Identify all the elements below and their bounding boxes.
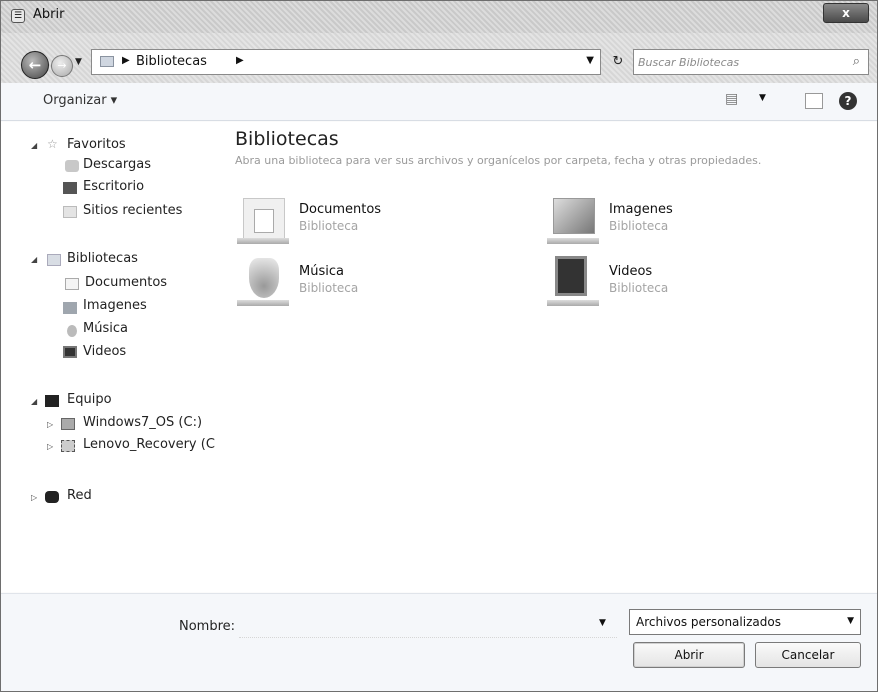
pictures-icon xyxy=(63,302,77,314)
sidebar-item-musica[interactable]: Música xyxy=(83,321,128,336)
videos-library-icon xyxy=(545,256,601,308)
collapse-arrow-icon[interactable]: ▷ xyxy=(47,420,53,429)
sidebar-item-equipo[interactable]: Equipo xyxy=(67,392,112,407)
open-dialog: ☰ Abrir x ← → ▼ ▶ Bibliotecas ▶ ▼ ↻ ⌕ Or… xyxy=(0,0,878,692)
sidebar-item-videos[interactable]: Videos xyxy=(83,344,126,359)
toolbar: Organizar ▾ ▤ ▼ ? xyxy=(1,83,877,121)
navigation-pane: ◢ ☆ Favoritos Descargas Escritorio Sitio… xyxy=(1,122,223,592)
documents-library-icon xyxy=(235,194,291,246)
library-name: Música xyxy=(299,264,344,279)
library-tile-videos[interactable]: Videos Biblioteca xyxy=(545,256,825,312)
sidebar-item-escritorio[interactable]: Escritorio xyxy=(83,179,144,194)
computer-icon xyxy=(45,395,59,407)
page-title: Bibliotecas xyxy=(235,128,339,150)
library-type: Biblioteca xyxy=(299,219,359,233)
file-list-pane: Bibliotecas Abra una biblioteca para ver… xyxy=(223,122,877,592)
window-title: Abrir xyxy=(33,7,65,22)
library-tile-musica[interactable]: Música Biblioteca xyxy=(235,256,515,312)
expand-arrow-icon[interactable]: ◢ xyxy=(31,141,37,150)
change-view-icon[interactable]: ▤ xyxy=(725,91,738,107)
music-icon xyxy=(67,325,77,337)
network-icon xyxy=(45,491,59,503)
search-input[interactable] xyxy=(638,53,838,71)
drive-icon xyxy=(61,418,75,430)
sidebar-item-red[interactable]: Red xyxy=(67,488,92,503)
search-icon[interactable]: ⌕ xyxy=(853,54,860,69)
music-library-icon xyxy=(235,256,291,308)
view-options-chevron-icon[interactable]: ▼ xyxy=(759,93,766,103)
page-subtitle: Abra una biblioteca para ver sus archivo… xyxy=(235,154,762,167)
organize-button[interactable]: Organizar ▾ xyxy=(43,93,117,108)
breadcrumb-arrow-icon[interactable]: ▶ xyxy=(236,55,244,66)
sidebar-item-descargas[interactable]: Descargas xyxy=(83,157,151,172)
history-chevron-icon[interactable]: ▼ xyxy=(75,57,82,67)
file-name-label: Nombre: xyxy=(179,619,236,634)
title-bar: ☰ Abrir x xyxy=(1,1,877,33)
close-button[interactable]: x xyxy=(823,3,869,23)
preview-pane-icon[interactable] xyxy=(805,93,823,109)
library-tile-imagenes[interactable]: Imagenes Biblioteca xyxy=(545,194,825,250)
desktop-icon xyxy=(63,182,77,194)
open-button[interactable]: Abrir xyxy=(633,642,745,668)
breadcrumb-arrow-icon[interactable]: ▶ xyxy=(122,55,130,66)
breadcrumb-bibliotecas[interactable]: Bibliotecas xyxy=(136,54,207,69)
expand-arrow-icon[interactable]: ◢ xyxy=(31,255,37,264)
help-icon[interactable]: ? xyxy=(839,92,857,110)
videos-icon xyxy=(63,346,77,358)
library-name: Videos xyxy=(609,264,653,279)
library-type: Biblioteca xyxy=(299,281,359,295)
library-name: Documentos xyxy=(299,202,382,217)
file-name-input[interactable] xyxy=(239,612,617,638)
usb-drive-icon xyxy=(61,440,75,452)
file-type-select[interactable]: Archivos personalizados ▼ xyxy=(629,609,861,635)
expand-arrow-icon[interactable]: ◢ xyxy=(31,397,37,406)
sidebar-item-recovery-drive[interactable]: Lenovo_Recovery (C xyxy=(83,437,215,452)
forward-arrow-icon[interactable]: → xyxy=(51,55,73,77)
library-type: Biblioteca xyxy=(609,281,669,295)
file-name-panel: Nombre: ▼ Archivos personalizados ▼ Abri… xyxy=(1,593,877,691)
downloads-icon xyxy=(65,160,79,172)
chevron-down-icon: ▼ xyxy=(847,616,854,626)
sidebar-item-imagenes[interactable]: Imagenes xyxy=(83,298,147,313)
address-dropdown-icon[interactable]: ▼ xyxy=(586,55,594,66)
search-box[interactable]: ⌕ xyxy=(633,49,869,75)
sidebar-item-favoritos[interactable]: Favoritos xyxy=(67,137,126,152)
documents-icon xyxy=(65,278,79,290)
library-tile-documentos[interactable]: Documentos Biblioteca xyxy=(235,194,515,250)
library-name: Imagenes xyxy=(609,202,673,217)
file-type-selected: Archivos personalizados xyxy=(636,615,781,629)
file-name-dropdown-icon[interactable]: ▼ xyxy=(599,618,606,628)
sidebar-item-documentos[interactable]: Documentos xyxy=(85,275,167,290)
app-icon: ☰ xyxy=(11,9,25,23)
recent-places-icon xyxy=(63,206,77,218)
sidebar-item-windows-drive[interactable]: Windows7_OS (C:) xyxy=(83,415,202,430)
refresh-icon[interactable]: ↻ xyxy=(607,51,629,73)
libraries-icon xyxy=(47,254,61,266)
collapse-arrow-icon[interactable]: ▷ xyxy=(47,442,53,451)
library-type: Biblioteca xyxy=(609,219,669,233)
address-bar[interactable]: ▶ Bibliotecas ▶ ▼ xyxy=(91,49,601,75)
pictures-library-icon xyxy=(545,194,601,246)
libraries-folder-icon xyxy=(100,56,114,67)
sidebar-item-sitios-recientes[interactable]: Sitios recientes xyxy=(83,203,182,218)
back-arrow-icon[interactable]: ← xyxy=(21,51,49,79)
cancel-button[interactable]: Cancelar xyxy=(755,642,861,668)
sidebar-item-bibliotecas[interactable]: Bibliotecas xyxy=(67,251,138,266)
collapse-arrow-icon[interactable]: ▷ xyxy=(31,493,37,502)
favorites-star-icon: ☆ xyxy=(47,137,58,151)
